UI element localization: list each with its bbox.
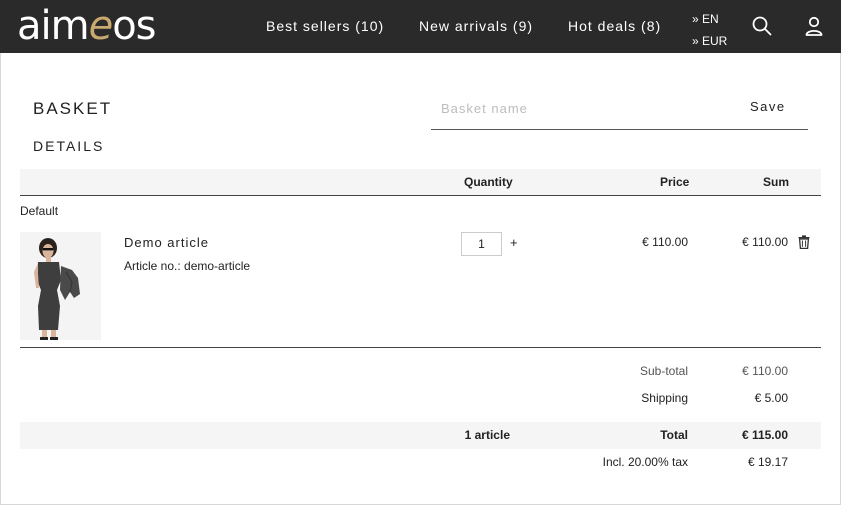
- header-quantity: Quantity: [464, 175, 513, 189]
- product-image[interactable]: [20, 232, 101, 340]
- quantity-input[interactable]: [461, 232, 502, 256]
- shipping-label: Shipping: [641, 391, 688, 405]
- tax-label: Incl. 20.00% tax: [602, 455, 688, 469]
- article-count: 1 article: [464, 428, 510, 442]
- row-divider: [20, 347, 821, 348]
- quantity-increase-button[interactable]: +: [510, 235, 518, 250]
- details-title: DETAILS: [33, 138, 105, 154]
- basket-name-underline: [431, 129, 808, 130]
- site-header: aimeos Best sellers (10) New arrivals (9…: [0, 0, 841, 53]
- product-sum: € 110.00: [742, 235, 788, 249]
- header-price: Price: [660, 175, 690, 189]
- logo-tail: os: [112, 3, 156, 49]
- subtotal-value: € 110.00: [742, 364, 788, 378]
- shipping-value: € 5.00: [754, 391, 788, 405]
- subtotal-label: Sub-total: [639, 364, 688, 378]
- basket-name-input[interactable]: [431, 94, 731, 122]
- basket-title: BASKET: [33, 99, 113, 118]
- trash-icon[interactable]: [798, 235, 810, 249]
- search-icon[interactable]: [751, 15, 773, 37]
- total-value: € 115.00: [741, 428, 788, 442]
- currency-selector[interactable]: » EUR: [692, 30, 727, 52]
- product-photo-dress: [20, 232, 101, 340]
- nav-best-sellers[interactable]: Best sellers (10): [266, 18, 384, 34]
- nav-new-arrivals[interactable]: New arrivals (9): [419, 18, 533, 34]
- product-code: Article no.: demo-article: [124, 259, 251, 273]
- total-row: [20, 422, 821, 449]
- logo-main: aim: [17, 3, 90, 49]
- group-label: Default: [20, 204, 59, 218]
- header-sum: Sum: [763, 175, 790, 189]
- logo-accent: e: [88, 3, 114, 49]
- save-button[interactable]: Save: [750, 99, 786, 114]
- tax-value: € 19.17: [747, 455, 788, 469]
- total-label: Total: [660, 428, 688, 442]
- user-icon[interactable]: [803, 15, 825, 37]
- table-header: Quantity Price Sum: [20, 169, 821, 196]
- nav-hot-deals[interactable]: Hot deals (8): [568, 18, 661, 34]
- language-selector[interactable]: » EN: [692, 8, 727, 30]
- product-name[interactable]: Demo article: [124, 235, 209, 250]
- product-price: € 110.00: [642, 235, 688, 249]
- locale-selector: » EN » EUR: [692, 8, 727, 52]
- logo[interactable]: aimeos: [17, 3, 157, 49]
